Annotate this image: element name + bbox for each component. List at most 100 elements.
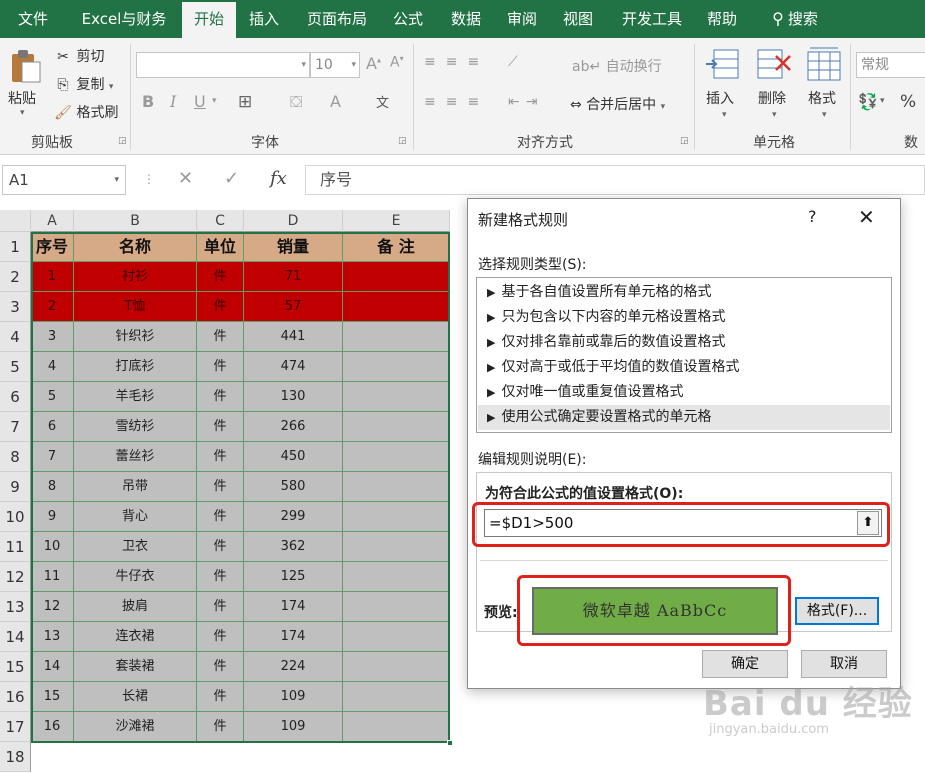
underline-dropdown-icon[interactable]: ▾ [212,96,217,106]
table-header-cell[interactable]: 备 注 [343,232,450,262]
row-header[interactable]: 12 [0,562,31,592]
bold-button[interactable]: B [142,92,154,111]
table-cell[interactable]: 件 [197,412,244,442]
fill-handle[interactable] [447,740,453,746]
rule-type-item[interactable]: ▶ 仅对排名靠前或靠后的数值设置格式 [478,330,890,355]
table-cell[interactable]: 件 [197,502,244,532]
table-cell[interactable]: 10 [31,532,74,562]
tab-formulas[interactable]: 公式 [388,0,428,38]
table-cell[interactable]: 14 [31,652,74,682]
table-cell[interactable]: 件 [197,472,244,502]
tab-help[interactable]: 帮助 [702,0,742,38]
row-header[interactable]: 2 [0,262,31,292]
table-cell[interactable]: 件 [197,442,244,472]
table-cell[interactable] [343,352,450,382]
cancel-icon[interactable]: ✕ [178,168,193,189]
table-cell[interactable]: 件 [197,292,244,322]
accounting-format-icon[interactable]: 💱 [858,92,878,111]
orientation-icon[interactable]: ⟋ [508,54,518,70]
table-cell[interactable] [343,502,450,532]
row-header[interactable]: 5 [0,352,31,382]
close-icon[interactable]: ✕ [858,205,875,229]
table-cell[interactable]: 9 [31,502,74,532]
table-cell[interactable]: 450 [244,442,343,472]
grow-font-icon[interactable]: A▴ [366,54,381,73]
insert-dropdown-icon[interactable]: ▾ [722,110,727,120]
tab-excel-finance[interactable]: Excel与财务 [74,0,174,38]
row-header[interactable]: 7 [0,412,31,442]
table-cell[interactable]: 5 [31,382,74,412]
horizontal-align-icons[interactable]: ≡≡≡ [424,94,489,110]
table-cell[interactable]: 羊毛衫 [74,382,197,412]
format-button[interactable]: 格式(F)... [795,597,879,625]
table-cell[interactable]: 12 [31,592,74,622]
table-cell[interactable]: 衬衫 [74,262,197,292]
merge-center-button[interactable]: ⇔ 合并后居中 ▾ [570,94,665,114]
rule-type-item-selected[interactable]: ▶ 使用公式确定要设置格式的单元格 [478,405,890,430]
column-header-c[interactable]: C [197,210,244,232]
tab-review[interactable]: 审阅 [502,0,542,38]
rule-type-item[interactable]: ▶ 仅对高于或低于平均值的数值设置格式 [478,355,890,380]
splitter-handle-icon[interactable]: ⋮ [143,172,155,186]
cut-button[interactable]: ✂ 剪切 [54,46,104,66]
table-cell[interactable]: 件 [197,322,244,352]
table-cell[interactable]: 件 [197,532,244,562]
underline-button[interactable]: U [194,92,206,111]
paste-button[interactable]: 粘贴 [8,88,36,108]
table-cell[interactable]: 套装裙 [74,652,197,682]
row-header[interactable]: 18 [0,742,31,772]
ok-button[interactable]: 确定 [702,650,788,678]
formula-input[interactable]: 序号 [305,165,925,195]
table-header-cell[interactable]: 序号 [31,232,74,262]
table-cell[interactable]: 13 [31,622,74,652]
font-launcher-icon[interactable]: ◲ [398,136,407,146]
fill-color-icon[interactable]: ⛋ [290,92,302,112]
table-cell[interactable]: 蕾丝衫 [74,442,197,472]
tab-file[interactable]: 文件 [14,0,52,38]
table-cell[interactable]: 牛仔衣 [74,562,197,592]
table-cell[interactable]: 披肩 [74,592,197,622]
table-cell[interactable]: 件 [197,712,244,742]
name-box[interactable]: A1 ▾ [2,165,126,195]
table-cell[interactable]: 441 [244,322,343,352]
table-cell[interactable]: 174 [244,592,343,622]
table-cell[interactable]: 174 [244,622,343,652]
number-format-combo[interactable]: 常规 [856,52,925,78]
tab-home[interactable]: 开始 [182,2,236,38]
select-all-corner[interactable] [0,210,31,232]
table-cell[interactable]: 4 [31,352,74,382]
table-cell[interactable]: 474 [244,352,343,382]
table-cell[interactable] [343,652,450,682]
row-header[interactable]: 6 [0,382,31,412]
table-cell[interactable] [343,442,450,472]
clipboard-launcher-icon[interactable]: ◲ [118,136,127,146]
function-icon[interactable]: fx [270,168,287,189]
table-cell[interactable] [343,592,450,622]
table-cell[interactable]: 16 [31,712,74,742]
rule-type-item[interactable]: ▶ 基于各自值设置所有单元格的格式 [478,280,890,305]
format-cells-icon[interactable] [806,46,842,86]
row-header[interactable]: 11 [0,532,31,562]
table-cell[interactable]: 打底衫 [74,352,197,382]
table-cell[interactable]: 299 [244,502,343,532]
table-cell[interactable]: 件 [197,562,244,592]
table-header-cell[interactable]: 名称 [74,232,197,262]
column-header-d[interactable]: D [244,210,343,232]
delete-cells-icon[interactable] [756,46,792,86]
delete-dropdown-icon[interactable]: ▾ [772,110,777,120]
table-cell[interactable] [343,292,450,322]
table-cell[interactable]: 71 [244,262,343,292]
font-color-button[interactable]: A [330,92,341,111]
table-cell[interactable]: 11 [31,562,74,592]
italic-button[interactable]: I [170,92,176,111]
vertical-align-icons[interactable]: ≡≡≡ [424,54,489,70]
table-cell[interactable]: 件 [197,382,244,412]
table-cell[interactable]: 125 [244,562,343,592]
table-cell[interactable]: T恤 [74,292,197,322]
phonetic-button[interactable]: 文 [376,92,389,111]
table-cell[interactable]: 7 [31,442,74,472]
table-cell[interactable]: 沙滩裙 [74,712,197,742]
percent-button[interactable]: % [900,92,916,112]
table-cell[interactable] [343,532,450,562]
table-cell[interactable] [343,712,450,742]
